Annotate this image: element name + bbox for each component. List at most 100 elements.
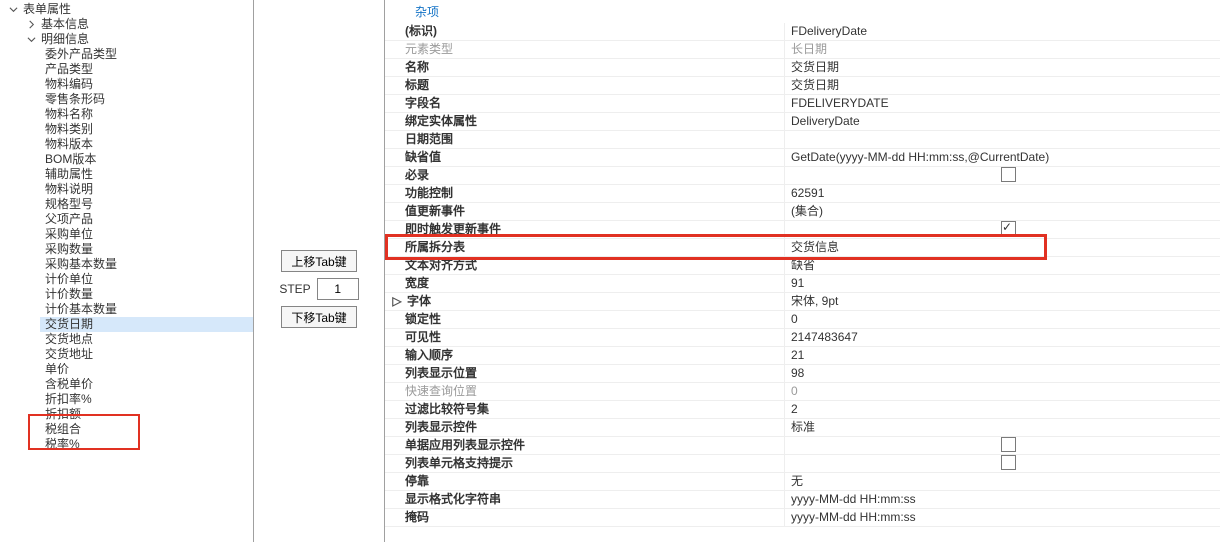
middle-panel: 上移Tab键 STEP 下移Tab键 [254,0,384,542]
tree-item[interactable]: 交货日期 [40,317,253,332]
prop-value[interactable]: 2147483647 [785,329,1220,347]
expand-icon[interactable]: ▷ [391,293,403,310]
prop-key[interactable]: 单据应用列表显示控件 [385,437,785,455]
prop-key-label: 快速查询位置 [405,383,477,400]
tree-root[interactable]: 表单属性 [4,2,253,17]
prop-value[interactable]: (集合) [785,203,1220,221]
tree-item[interactable]: 交货地址 [40,347,253,362]
prop-key[interactable]: 输入顺序 [385,347,785,365]
tree-item[interactable]: 采购单位 [40,227,253,242]
prop-key[interactable]: 列表显示位置 [385,365,785,383]
prop-key[interactable]: 列表显示控件 [385,419,785,437]
tree-item[interactable]: 交货地点 [40,332,253,347]
checkbox[interactable] [1001,437,1016,452]
prop-key[interactable]: 名称 [385,59,785,77]
tree-item[interactable]: BOM版本 [40,152,253,167]
tree-item[interactable]: 计价基本数量 [40,302,253,317]
prop-value[interactable]: 91 [785,275,1220,293]
prop-value[interactable]: 98 [785,365,1220,383]
checkbox[interactable] [1001,221,1016,236]
prop-value[interactable]: DeliveryDate [785,113,1220,131]
prop-key-label: 值更新事件 [405,203,465,220]
prop-key[interactable]: 显示格式化字符串 [385,491,785,509]
prop-value[interactable]: 21 [785,347,1220,365]
prop-value[interactable] [785,455,1220,473]
prop-value[interactable]: 交货日期 [785,59,1220,77]
tree-item[interactable]: 税组合 [40,422,253,437]
tree-basic[interactable]: 基本信息 [22,17,253,32]
tree-item[interactable]: 采购数量 [40,242,253,257]
prop-key[interactable]: 快速查询位置 [385,383,785,401]
prop-value[interactable]: 2 [785,401,1220,419]
prop-key[interactable]: 功能控制 [385,185,785,203]
prop-key[interactable]: 锁定性 [385,311,785,329]
tree-item[interactable]: 物料编码 [40,77,253,92]
tree-item[interactable]: 父项产品 [40,212,253,227]
tree-item[interactable]: 物料类别 [40,122,253,137]
prop-key[interactable]: 所属拆分表 [385,239,785,257]
prop-value[interactable]: yyyy-MM-dd HH:mm:ss [785,509,1220,527]
prop-key[interactable]: 宽度 [385,275,785,293]
prop-key[interactable]: 字段名 [385,95,785,113]
tree-item[interactable]: 规格型号 [40,197,253,212]
prop-key[interactable]: 缺省值 [385,149,785,167]
tree-item[interactable]: 含税单价 [40,377,253,392]
prop-key[interactable]: 元素类型 [385,41,785,59]
tree-item[interactable]: 计价单位 [40,272,253,287]
prop-key[interactable]: 值更新事件 [385,203,785,221]
prop-key-label: 绑定实体属性 [405,113,477,130]
prop-value[interactable]: yyyy-MM-dd HH:mm:ss [785,491,1220,509]
step-input[interactable] [317,278,359,300]
prop-value[interactable]: 无 [785,473,1220,491]
prop-key[interactable]: ▷字体 [385,293,785,311]
prop-value[interactable] [785,221,1220,239]
prop-key-label: 掩码 [405,509,429,526]
tree-item[interactable]: 采购基本数量 [40,257,253,272]
prop-value[interactable]: GetDate(yyyy-MM-dd HH:mm:ss,@CurrentDate… [785,149,1220,167]
prop-key[interactable]: 可见性 [385,329,785,347]
prop-key[interactable]: 必录 [385,167,785,185]
tree-item[interactable]: 单价 [40,362,253,377]
tree-item[interactable]: 零售条形码 [40,92,253,107]
tree-item[interactable]: 折扣额 [40,407,253,422]
prop-value[interactable]: 宋体, 9pt [785,293,1220,311]
prop-key[interactable]: 日期范围 [385,131,785,149]
tree-item[interactable]: 物料说明 [40,182,253,197]
prop-key[interactable]: 文本对齐方式 [385,257,785,275]
prop-key[interactable]: 标题 [385,77,785,95]
tree-item[interactable]: 物料名称 [40,107,253,122]
checkbox[interactable] [1001,167,1016,182]
prop-value[interactable]: 标准 [785,419,1220,437]
prop-key[interactable]: (标识) [385,23,785,41]
prop-value[interactable]: 交货信息 [785,239,1220,257]
prop-key[interactable]: 列表单元格支持提示 [385,455,785,473]
prop-value[interactable]: 长日期 [785,41,1220,59]
prop-value[interactable]: FDELIVERYDATE [785,95,1220,113]
prop-value[interactable] [785,437,1220,455]
tree-item[interactable]: 辅助属性 [40,167,253,182]
prop-value[interactable]: 0 [785,383,1220,401]
prop-value[interactable]: 0 [785,311,1220,329]
tree-item[interactable]: 委外产品类型 [40,47,253,62]
prop-value[interactable] [785,131,1220,149]
prop-key[interactable]: 绑定实体属性 [385,113,785,131]
prop-key[interactable]: 掩码 [385,509,785,527]
checkbox[interactable] [1001,455,1016,470]
prop-key[interactable]: 过滤比较符号集 [385,401,785,419]
tree-item[interactable]: 产品类型 [40,62,253,77]
tab-up-button[interactable]: 上移Tab键 [281,250,357,272]
tree-detail[interactable]: 明细信息 [22,32,253,47]
prop-key[interactable]: 即时触发更新事件 [385,221,785,239]
tree-item[interactable]: 折扣率% [40,392,253,407]
tree-item[interactable]: 税率% [40,437,253,452]
prop-value[interactable]: 交货日期 [785,77,1220,95]
tab-down-button[interactable]: 下移Tab键 [281,306,357,328]
tree-item[interactable]: 物料版本 [40,137,253,152]
prop-value[interactable]: FDeliveryDate [785,23,1220,41]
prop-key-label: 停靠 [405,473,429,490]
prop-key[interactable]: 停靠 [385,473,785,491]
prop-value[interactable]: 缺省 [785,257,1220,275]
prop-value[interactable] [785,167,1220,185]
tree-item[interactable]: 计价数量 [40,287,253,302]
prop-value[interactable]: 62591 [785,185,1220,203]
